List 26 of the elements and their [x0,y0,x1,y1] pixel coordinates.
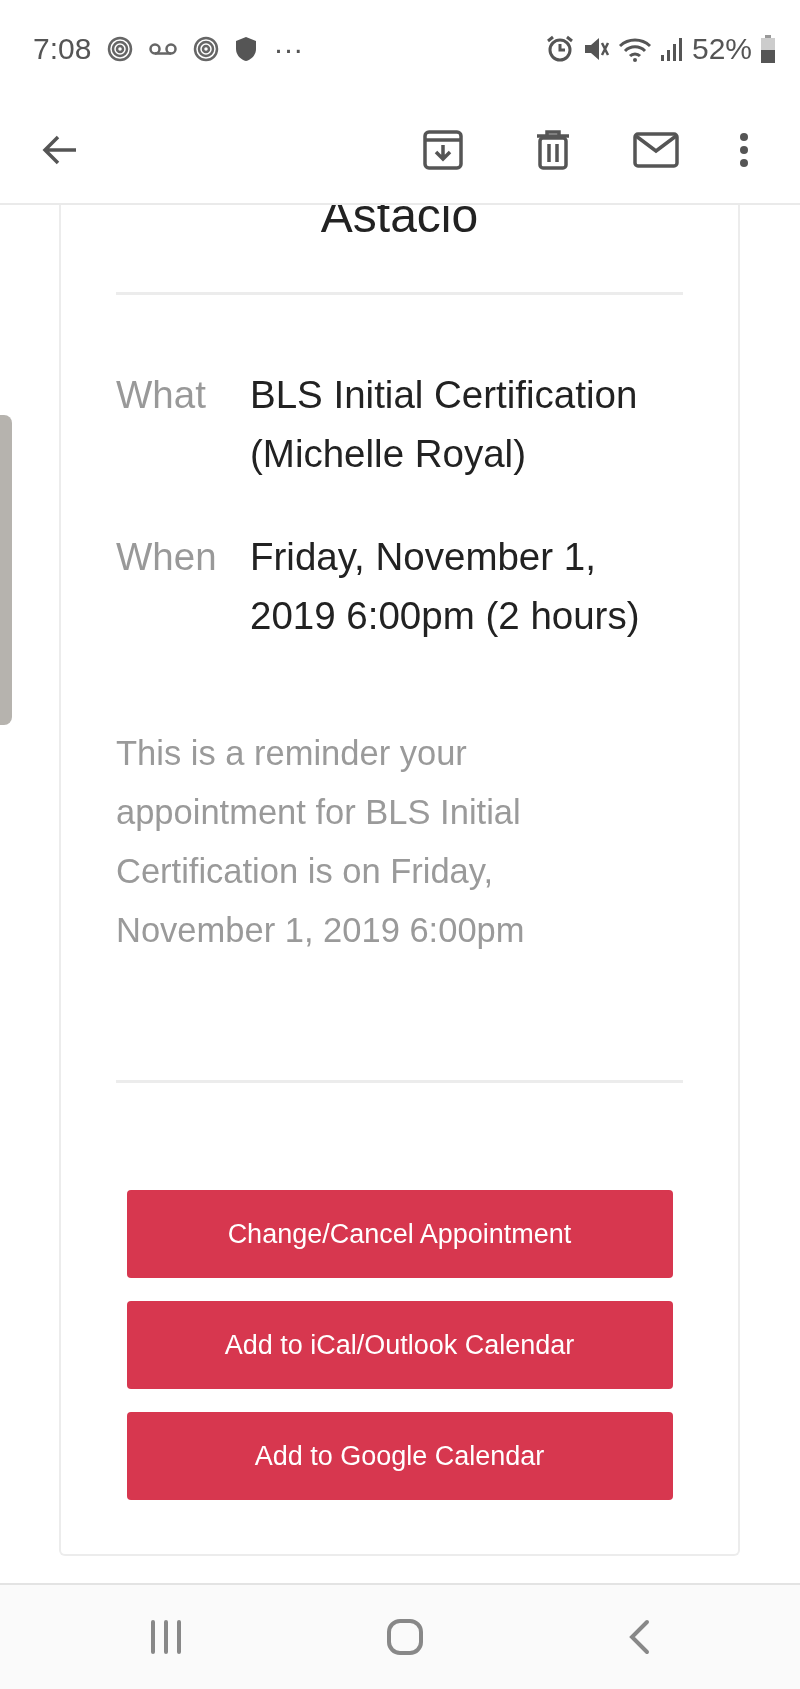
alarm-icon [545,34,574,63]
back-icon[interactable] [42,134,78,166]
detail-label: What [116,372,207,418]
shield-icon [235,35,258,62]
battery-percent: 52% [691,31,752,67]
detail-label: When [116,534,218,580]
voicemail-icon [149,41,178,56]
action-button[interactable]: Add to iCal/Outlook Calendar [126,1301,673,1389]
action-button[interactable]: Add to Google Calendar [126,1412,673,1500]
scroll-handle[interactable] [0,415,12,725]
back-icon[interactable] [628,1619,650,1655]
action-button[interactable]: Change/Cancel Appointment [126,1190,673,1278]
status-time: 7:08 [33,31,92,67]
archive-icon[interactable] [423,130,463,170]
recent-apps-icon[interactable] [150,1620,182,1654]
trash-icon[interactable] [535,130,571,170]
reminder-message: This is a reminder your appointment for BLS Initial Certification is on Friday, November 1, 2019 6:00pm [116,733,526,951]
mail-icon[interactable] [633,132,679,168]
signal-icon [659,36,684,61]
more-icon[interactable] [739,132,749,168]
battery-icon [760,34,776,63]
home-icon[interactable] [386,1618,424,1656]
detail-value: BLS Initial Certification (Michelle Royal) [250,372,639,477]
detail-value: Friday, November 1, 2019 6:00pm (2 hours) [250,534,641,639]
more-notifications: ··· [273,31,304,67]
email-subtitle: Astacio [319,188,480,244]
